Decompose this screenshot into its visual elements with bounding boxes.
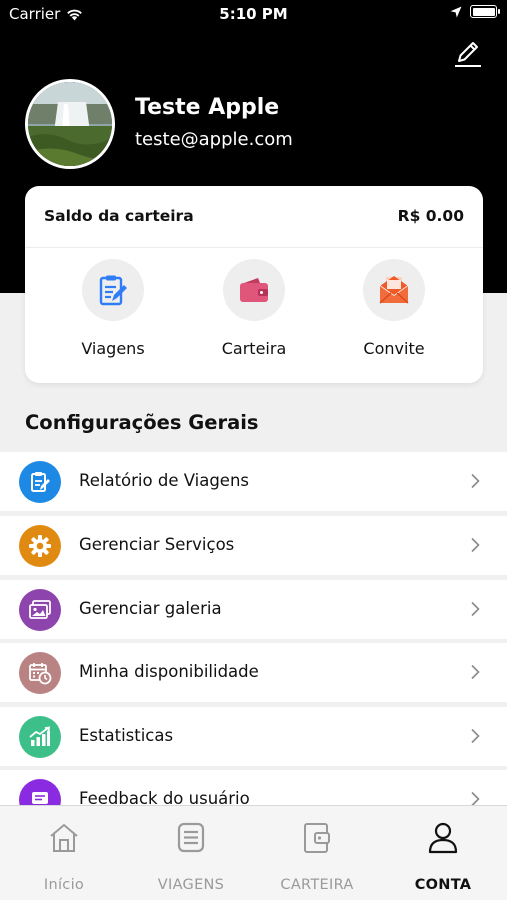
profile-name: Teste Apple: [135, 95, 280, 120]
menu-label: Gerenciar galeria: [79, 599, 222, 618]
status-bar: Carrier 5:10 PM: [0, 0, 507, 28]
gallery-icon: [29, 600, 51, 619]
list-icon: [177, 822, 205, 853]
envelope-icon: [379, 276, 409, 304]
wallet-balance-label: Saldo da carteira: [44, 207, 194, 225]
menu-icon-circle: [19, 589, 61, 631]
home-icon: [50, 823, 78, 852]
report-icon: [31, 472, 50, 492]
action-convite[interactable]: Convite: [324, 259, 464, 358]
chevron-right-icon: [471, 601, 480, 617]
wallet-balance-row[interactable]: Saldo da carteira R$ 0.00: [25, 186, 483, 248]
action-carteira-circle: [223, 259, 285, 321]
tab-label: Início: [43, 877, 85, 893]
action-convite-circle: [363, 259, 425, 321]
action-convite-label: Convite: [363, 339, 425, 358]
menu-label: Minha disponibilidade: [79, 662, 259, 681]
action-carteira[interactable]: Carteira: [184, 259, 324, 358]
location-arrow-icon: [450, 6, 462, 17]
menu-icon-circle: [19, 652, 61, 694]
menu-item-gerenciar-galeria[interactable]: Gerenciar galeria: [0, 580, 507, 639]
menu-icon-circle: [19, 461, 61, 503]
menu-label: Estatisticas: [79, 726, 174, 745]
status-time: 5:10 PM: [219, 5, 288, 23]
chevron-right-icon: [471, 473, 480, 489]
chevron-right-icon: [471, 664, 480, 680]
wallet-icon: [240, 278, 268, 302]
calendar-clock-icon: [29, 663, 52, 685]
edit-profile-button[interactable]: [451, 37, 485, 71]
stats-icon: [29, 726, 51, 746]
tab-inicio[interactable]: Início: [1, 820, 127, 893]
gear-icon: [29, 535, 51, 557]
user-icon: [428, 822, 458, 854]
status-right: [450, 5, 500, 18]
tab-conta[interactable]: CONTA: [380, 820, 506, 893]
menu-icon-circle: [19, 525, 61, 567]
action-viagens-label: Viagens: [81, 339, 145, 358]
profile-email: teste@apple.com: [135, 129, 293, 150]
tab-label: VIAGENS: [157, 877, 225, 893]
menu-item-gerenciar-servicos[interactable]: Gerenciar Serviços: [0, 516, 507, 575]
wallet-balance-amount: R$ 0.00: [397, 207, 464, 225]
tab-carteira[interactable]: CARTEIRA: [254, 820, 380, 893]
waterfall-photo: [28, 82, 112, 166]
menu-label: Relatório de Viagens: [79, 471, 250, 490]
menu-icon-circle: [19, 716, 61, 758]
tab-label: CONTA: [414, 877, 472, 893]
chevron-right-icon: [471, 537, 480, 553]
menu-item-estatisticas[interactable]: Estatisticas: [0, 707, 507, 766]
tab-label: CARTEIRA: [280, 877, 354, 893]
tab-bar: Início VIAGENS CARTEIRA CONTA: [0, 805, 507, 900]
wallet-icon: [304, 823, 330, 853]
action-carteira-label: Carteira: [221, 339, 287, 358]
action-viagens[interactable]: Viagens: [43, 259, 183, 358]
action-viagens-circle: [82, 259, 144, 321]
tab-viagens[interactable]: VIAGENS: [128, 820, 254, 893]
clipboard-icon: [99, 275, 127, 306]
menu-label: Gerenciar Serviços: [79, 535, 235, 554]
menu-item-relatorio-viagens[interactable]: Relatório de Viagens: [0, 452, 507, 511]
menu-item-minha-disponibilidade[interactable]: Minha disponibilidade: [0, 643, 507, 702]
battery-icon: [470, 5, 500, 18]
section-title: Configurações Gerais: [25, 411, 259, 434]
wallet-card: Saldo da carteira R$ 0.00 Viagens Cartei…: [25, 186, 483, 383]
chevron-right-icon: [471, 728, 480, 744]
avatar[interactable]: [25, 79, 115, 169]
